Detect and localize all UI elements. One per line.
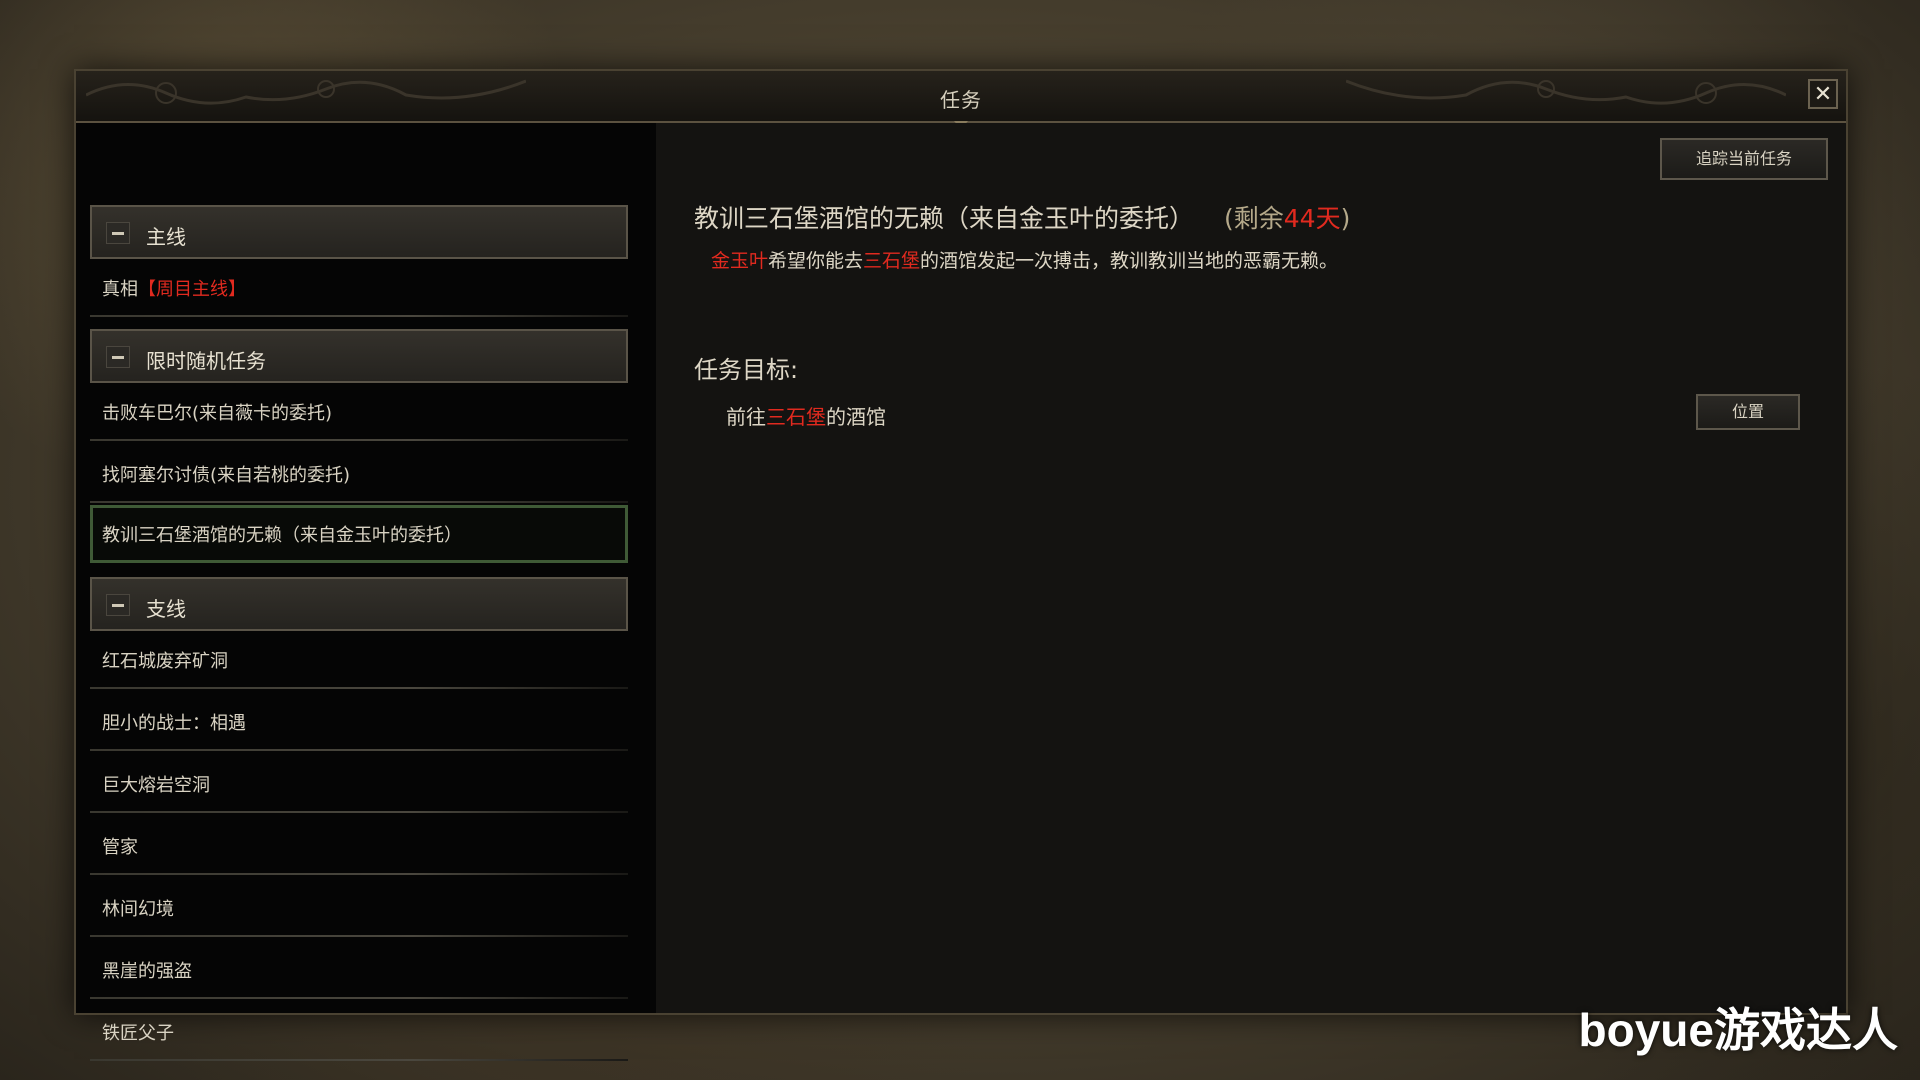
collapse-icon[interactable] bbox=[106, 222, 130, 244]
npc-name: 金玉叶 bbox=[711, 250, 769, 272]
close-icon: ✕ bbox=[1813, 82, 1833, 107]
quest-label: 找阿塞尔讨债(来自若桃的委托) bbox=[102, 465, 351, 486]
quest-title: 教训三石堡酒馆的无赖（来自金玉叶的委托） (剩余44天) bbox=[694, 199, 1350, 235]
quest-item[interactable]: 林间幻境 bbox=[90, 879, 628, 937]
category-main[interactable]: 主线 bbox=[90, 205, 628, 259]
quest-label: 教训三石堡酒馆的无赖（来自金玉叶的委托） bbox=[102, 525, 462, 546]
location-button[interactable]: 位置 bbox=[1696, 394, 1800, 430]
objective-heading: 任务目标: bbox=[694, 356, 799, 384]
place-name: 三石堡 bbox=[863, 250, 921, 272]
quest-item[interactable]: 击败车巴尔(来自薇卡的委托) bbox=[90, 383, 628, 441]
divider bbox=[90, 687, 628, 689]
collapse-icon[interactable] bbox=[106, 594, 130, 616]
quest-item[interactable]: 红石城废弃矿洞 bbox=[90, 631, 628, 689]
quest-label: 胆小的战士：相遇 bbox=[102, 713, 246, 734]
quest-label: 真相【周目主线】 bbox=[102, 279, 246, 300]
category-timed-random[interactable]: 限时随机任务 bbox=[90, 329, 628, 383]
track-quest-button[interactable]: 追踪当前任务 bbox=[1660, 138, 1828, 180]
objective-text: 前往三石堡的酒馆 bbox=[726, 405, 886, 429]
quest-item[interactable]: 铁匠父子 bbox=[90, 1003, 628, 1061]
divider bbox=[90, 439, 628, 441]
watermark: boyue游戏达人 bbox=[1578, 1004, 1898, 1056]
category-label: 主线 bbox=[146, 225, 186, 249]
quest-description: 金玉叶希望你能去三石堡的酒馆发起一次搏击，教训教训当地的恶霸无赖。 bbox=[711, 250, 1339, 272]
divider bbox=[90, 811, 628, 813]
quest-title-text: 教训三石堡酒馆的无赖（来自金玉叶的委托） bbox=[694, 204, 1195, 233]
quest-label: 击败车巴尔(来自薇卡的委托) bbox=[102, 403, 333, 424]
quest-window: 任务 ✕ 主线 真相【周目主线】 限时随机任务 击败车巴尔(来自薇卡的委托) 找… bbox=[74, 69, 1848, 1061]
divider bbox=[90, 873, 628, 875]
collapse-icon[interactable] bbox=[106, 346, 130, 368]
divider bbox=[90, 501, 628, 503]
divider bbox=[90, 749, 628, 751]
quest-detail-panel: 追踪当前任务 教训三石堡酒馆的无赖（来自金玉叶的委托） (剩余44天) 金玉叶希望… bbox=[656, 123, 1846, 1013]
category-label: 限时随机任务 bbox=[146, 349, 266, 373]
quest-item[interactable]: 黑崖的强盗 bbox=[90, 941, 628, 999]
quest-item[interactable]: 巨大熔岩空洞 bbox=[90, 755, 628, 813]
quest-label: 管家 bbox=[102, 837, 138, 858]
days-remaining: 44天 bbox=[1283, 204, 1341, 233]
close-button[interactable]: ✕ bbox=[1808, 79, 1838, 109]
quest-item-selected[interactable]: 教训三石堡酒馆的无赖（来自金玉叶的委托） bbox=[90, 505, 628, 563]
title-bar: 任务 ✕ bbox=[76, 71, 1846, 123]
place-name: 三石堡 bbox=[766, 405, 826, 429]
divider bbox=[90, 935, 628, 937]
divider bbox=[90, 1059, 628, 1061]
quest-list-panel: 主线 真相【周目主线】 限时随机任务 击败车巴尔(来自薇卡的委托) 找阿塞尔讨债… bbox=[76, 123, 656, 1061]
category-label: 支线 bbox=[146, 597, 186, 621]
divider bbox=[90, 315, 628, 317]
quest-label: 红石城废弃矿洞 bbox=[102, 651, 228, 672]
quest-label: 铁匠父子 bbox=[102, 1023, 174, 1044]
quest-label: 巨大熔岩空洞 bbox=[102, 775, 210, 796]
time-remaining: (剩余44天) bbox=[1224, 204, 1351, 233]
quest-item[interactable]: 胆小的战士：相遇 bbox=[90, 693, 628, 751]
quest-label: 林间幻境 bbox=[102, 899, 174, 920]
quest-item[interactable]: 找阿塞尔讨债(来自若桃的委托) bbox=[90, 445, 628, 503]
window-title: 任务 bbox=[940, 88, 982, 112]
category-side[interactable]: 支线 bbox=[90, 577, 628, 631]
quest-item[interactable]: 管家 bbox=[90, 817, 628, 875]
quest-tag: 【周目主线】 bbox=[138, 279, 246, 300]
divider bbox=[90, 997, 628, 999]
quest-item-truth[interactable]: 真相【周目主线】 bbox=[90, 259, 628, 317]
quest-label: 黑崖的强盗 bbox=[102, 961, 192, 982]
